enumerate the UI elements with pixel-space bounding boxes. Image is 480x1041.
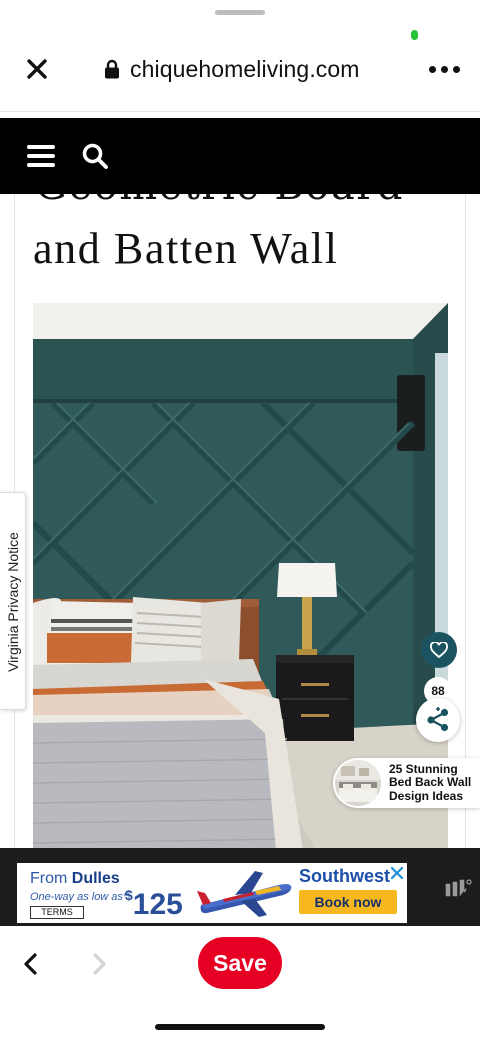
chevron-right-icon[interactable]: [86, 951, 112, 977]
recommended-article-title-line-2: Bed Back Wall: [389, 775, 472, 790]
url-bar[interactable]: chiquehomeliving.com: [104, 54, 360, 84]
ad-book-now-button[interactable]: Book now: [299, 890, 397, 914]
site-navigation: [0, 118, 480, 194]
more-options-button[interactable]: [424, 54, 464, 84]
ad-from-label: From: [30, 870, 72, 887]
url-text: chiquehomeliving.com: [130, 55, 360, 82]
ad-bar: From Dulles One-way as low as* TERMS $12…: [0, 848, 480, 926]
privacy-notice-label: Virginia Privacy Notice: [5, 532, 21, 672]
ad-terms-button[interactable]: TERMS: [30, 906, 84, 919]
banner-ad[interactable]: From Dulles One-way as low as* TERMS $12…: [17, 863, 407, 923]
ad-city: Dulles: [71, 870, 120, 887]
lock-icon: [105, 59, 119, 79]
home-indicator[interactable]: [155, 1024, 325, 1030]
ad-brand: Southwest: [299, 866, 391, 886]
status-dot: [411, 30, 418, 40]
recommended-article-title-line-3: Design Ideas: [389, 788, 464, 803]
bottom-toolbar: Save: [0, 926, 480, 1041]
ad-currency: $: [125, 887, 133, 903]
more-horizontal-icon: [428, 65, 436, 73]
close-icon: [27, 59, 47, 79]
chevron-left-icon[interactable]: [18, 951, 44, 977]
heart-button[interactable]: [421, 632, 457, 668]
ad-price: $125: [125, 887, 183, 922]
heart-icon: [430, 642, 448, 658]
ad-oneway-label: One-way as low as*: [30, 891, 128, 903]
close-button[interactable]: [20, 52, 54, 86]
article-title: and Batten Wall: [33, 224, 339, 273]
sheet-handle[interactable]: [215, 10, 265, 15]
save-button[interactable]: Save: [198, 937, 282, 989]
ad-close-icon[interactable]: [389, 865, 405, 881]
browser-chrome: chiquehomeliving.com: [0, 0, 480, 112]
share-icon: [427, 707, 449, 732]
recommended-article-title-line-1: 25 Stunning: [389, 761, 458, 776]
ad-price-value: 125: [132, 888, 183, 921]
recommended-article-card[interactable]: 25 Stunning Bed Back Wall Design Ideas: [333, 758, 480, 808]
recommended-article-thumbnail: [335, 760, 381, 806]
hamburger-menu-icon[interactable]: [27, 143, 55, 169]
airplane-image: [197, 871, 292, 917]
share-button[interactable]: [416, 698, 460, 742]
ad-network-logo[interactable]: [444, 878, 472, 898]
search-icon[interactable]: [80, 141, 110, 171]
privacy-notice-tab[interactable]: Virginia Privacy Notice: [0, 492, 26, 710]
